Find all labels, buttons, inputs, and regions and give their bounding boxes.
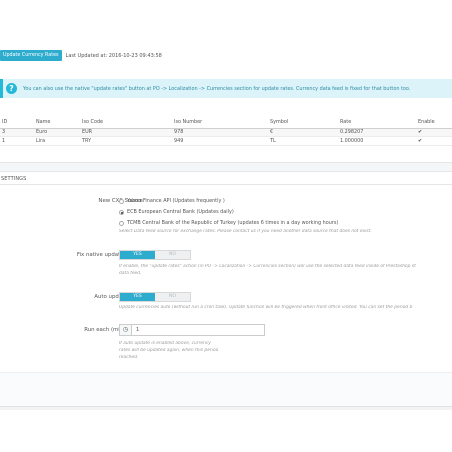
cell-symbol: € [268,128,338,137]
run-each-input-group[interactable]: ◷ 1 [119,324,265,336]
radio-tcmb[interactable]: TCMB Central Bank of the Republic of Tur… [119,220,338,226]
column-header-enable[interactable]: Enable [416,117,452,129]
toolbar: Update Currency Rates Last Updated at: 2… [0,49,452,62]
auto-update-toggle[interactable]: YES NO [119,292,191,302]
toggle-no[interactable]: NO [155,293,190,301]
cell-name: Lira [34,136,80,146]
update-currency-rates-button[interactable]: Update Currency Rates [0,50,62,61]
currency-table: ID Name Iso Code Iso Number Symbol Rate … [0,117,452,146]
radio-yahoo[interactable]: Yahoo Finance API (Updates frequently ) [119,198,225,204]
table-row[interactable]: 1 Lira TRY 949 TL 1.000000 ✔ [0,136,452,146]
run-each-help-text-1: If auto update is enabled above, currenc… [119,341,211,346]
column-header-iso-code[interactable]: Iso Code [80,117,172,129]
radio-button-selected[interactable] [119,209,124,215]
column-header-id[interactable]: ID [0,117,34,129]
section-divider [0,162,452,172]
check-icon[interactable]: ✔ [416,136,452,146]
cell-symbol: TL [268,136,338,146]
column-header-symbol[interactable]: Symbol [268,117,338,129]
check-icon[interactable]: ✔ [416,128,452,137]
cell-iso-code: EUR [80,128,172,137]
fix-native-help-text: If enable, the "update rates" action (in… [119,264,416,269]
cell-rate: 1.000000 [338,136,416,146]
cell-iso-number: 978 [172,128,268,137]
run-each-input[interactable]: 1 [132,325,139,335]
panel-footer [0,372,452,406]
toggle-yes[interactable]: YES [120,251,155,259]
run-each-help-text-3: reached. [119,355,139,360]
panel-footer-border [0,406,452,410]
settings-heading: SETTINGS [1,176,27,182]
cell-rate: 0.298207 [338,128,416,137]
divider [0,184,452,185]
info-alert-text: You can also use the native "update rate… [23,85,411,92]
fix-native-toggle[interactable]: YES NO [119,250,191,260]
radio-label: Yahoo Finance API (Updates frequently ) [127,198,225,204]
cell-id: 3 [0,128,34,137]
question-icon: ? [6,83,17,94]
table-row[interactable]: 3 Euro EUR 978 € 0.298207 ✔ [0,128,452,137]
cell-name: Euro [34,128,80,137]
auto-update-help-text: Update currencies auto (without run a cr… [119,305,413,310]
cell-id: 1 [0,136,34,146]
toggle-yes[interactable]: YES [120,293,155,301]
column-header-rate[interactable]: Rate [338,117,416,129]
column-header-iso-number[interactable]: Iso Number [172,117,268,129]
radio-button[interactable] [119,198,124,204]
info-alert: ? You can also use the native "update ra… [0,79,452,98]
run-each-help-text-2: rates will be updated again, when this p… [119,348,219,353]
cxs-help-text: Select Data feed source for exchange rat… [119,229,372,234]
radio-label: ECB European Central Bank (Updates daily… [127,209,234,215]
clock-icon: ◷ [120,325,132,335]
table-header-row: ID Name Iso Code Iso Number Symbol Rate … [0,117,452,129]
radio-ecb[interactable]: ECB European Central Bank (Updates daily… [119,209,234,215]
toggle-no[interactable]: NO [155,251,190,259]
radio-label: TCMB Central Bank of the Republic of Tur… [127,220,339,226]
last-updated-text: Last Updated at: 2016-10-23 09:43:58 [65,52,162,59]
cell-iso-number: 949 [172,136,268,146]
column-header-name[interactable]: Name [34,117,80,129]
fix-native-help-text-2: data feed. [119,271,142,276]
cell-iso-code: TRY [80,136,172,146]
radio-button[interactable] [119,220,124,226]
